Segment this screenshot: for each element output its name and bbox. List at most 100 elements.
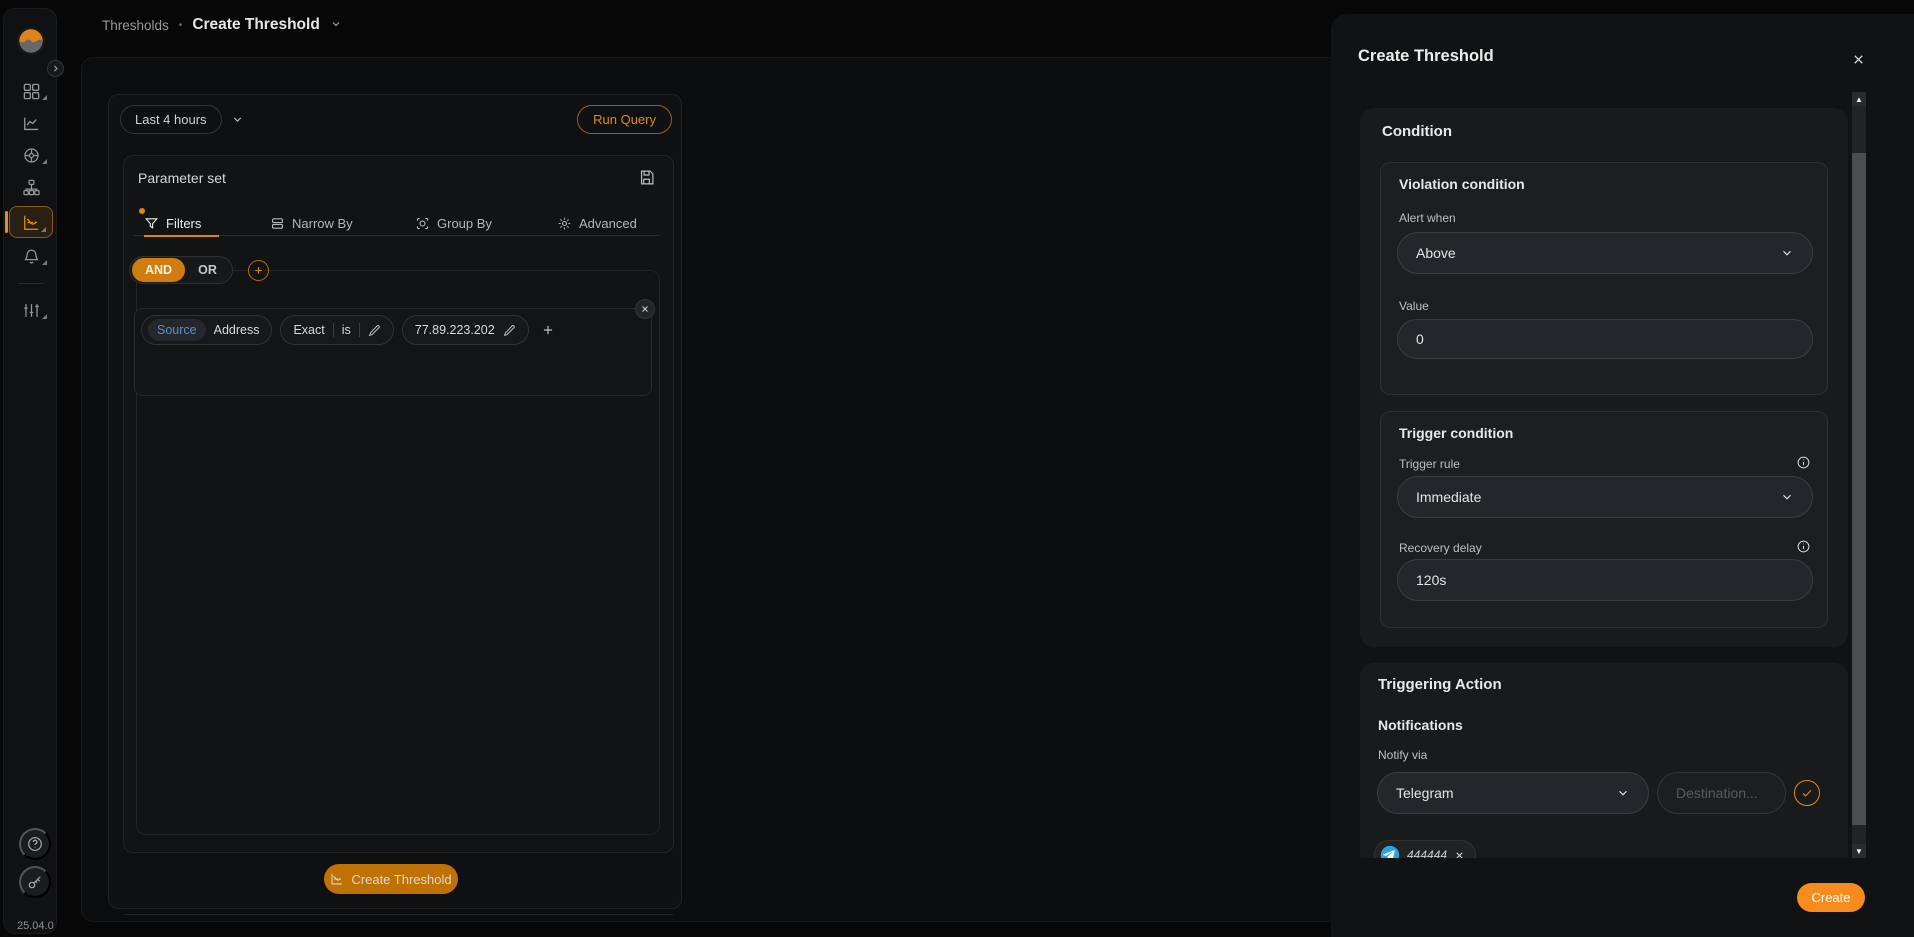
trigger-rule-select[interactable]: Immediate bbox=[1397, 476, 1813, 518]
drawer-scrollbar[interactable]: ▲ ▼ bbox=[1852, 92, 1866, 858]
time-range-chevron-down-icon[interactable] bbox=[231, 113, 244, 126]
recovery-delay-input[interactable] bbox=[1416, 572, 1794, 588]
help-icon bbox=[26, 835, 44, 853]
stack-icon bbox=[270, 216, 285, 231]
filter-direction-chip[interactable]: Source bbox=[148, 319, 206, 341]
value-label: Value bbox=[1399, 299, 1429, 313]
logic-and-button[interactable]: AND bbox=[132, 258, 185, 282]
breadcrumb-separator: • bbox=[179, 20, 183, 31]
app-logo-icon[interactable] bbox=[16, 26, 46, 56]
recovery-delay-field[interactable] bbox=[1397, 559, 1813, 601]
destination-field[interactable] bbox=[1657, 772, 1786, 814]
threshold-value-input[interactable] bbox=[1416, 331, 1794, 347]
destination-input[interactable] bbox=[1676, 785, 1767, 801]
help-button[interactable] bbox=[19, 828, 51, 860]
bell-icon bbox=[22, 247, 41, 266]
breadcrumb-parent[interactable]: Thresholds bbox=[102, 18, 169, 33]
edit-operator-icon[interactable] bbox=[368, 324, 381, 337]
api-keys-button[interactable] bbox=[19, 866, 51, 898]
threshold-chart-icon bbox=[330, 872, 344, 886]
create-threshold-button[interactable]: Create Threshold bbox=[324, 864, 458, 894]
gear-icon bbox=[557, 216, 572, 231]
close-icon bbox=[1851, 52, 1866, 67]
notify-via-label: Notify via bbox=[1378, 748, 1427, 762]
tab-narrow-by[interactable]: Narrow By bbox=[270, 211, 353, 235]
filter-value-pill[interactable]: 77.89.223.202 bbox=[402, 315, 529, 345]
tab-label: Group By bbox=[437, 216, 492, 231]
close-icon bbox=[640, 304, 650, 314]
telegram-icon bbox=[1380, 845, 1400, 858]
triggering-action-heading: Triggering Action bbox=[1378, 676, 1502, 693]
sidebar-item-alerts[interactable] bbox=[9, 243, 53, 270]
trigger-rule-label: Trigger rule bbox=[1399, 457, 1460, 471]
sidebar-item-topology[interactable] bbox=[9, 174, 53, 201]
drawer-create-button[interactable]: Create bbox=[1797, 883, 1865, 912]
scroll-thumb[interactable] bbox=[1852, 153, 1866, 825]
notify-row: Telegram bbox=[1377, 772, 1820, 814]
chevron-down-icon bbox=[1780, 246, 1794, 260]
tab-filters[interactable]: Filters bbox=[144, 211, 201, 235]
remove-destination-button[interactable] bbox=[1454, 850, 1465, 859]
sidebar-divider bbox=[18, 283, 44, 284]
parameter-set-tabs: Filters Narrow By Group By Advanced bbox=[134, 211, 660, 236]
query-toolbar: Last 4 hours Run Query bbox=[120, 104, 672, 134]
scroll-up-arrow[interactable]: ▲ bbox=[1852, 92, 1866, 106]
scroll-down-arrow[interactable]: ▼ bbox=[1852, 844, 1866, 858]
trigger-rule-value: Immediate bbox=[1416, 489, 1481, 505]
add-filter-condition-button[interactable] bbox=[541, 323, 555, 337]
logic-or-button[interactable]: OR bbox=[185, 258, 230, 282]
submenu-corner-icon bbox=[41, 227, 46, 232]
tab-advanced[interactable]: Advanced bbox=[557, 211, 637, 235]
trigger-condition-card: Trigger condition Trigger rule Immediate… bbox=[1380, 411, 1828, 628]
tab-group-by[interactable]: Group By bbox=[415, 211, 492, 235]
breadcrumb-chevron-down-icon[interactable] bbox=[330, 18, 342, 33]
notify-channel-select[interactable]: Telegram bbox=[1377, 772, 1649, 814]
trigger-rule-info-icon[interactable] bbox=[1796, 455, 1811, 470]
sidebar-item-tuning[interactable] bbox=[9, 297, 53, 324]
confirm-destination-button[interactable] bbox=[1794, 780, 1820, 806]
sidebar-item-thresholds[interactable] bbox=[9, 206, 53, 238]
sidebar-nav bbox=[4, 78, 58, 324]
tab-label: Advanced bbox=[579, 216, 637, 231]
tab-label: Filters bbox=[166, 216, 201, 231]
filter-value: 77.89.223.202 bbox=[415, 323, 495, 337]
sidebar-item-dashboard[interactable] bbox=[9, 78, 53, 105]
create-threshold-drawer: Create Threshold Condition Violation con… bbox=[1331, 14, 1914, 937]
condition-heading: Condition bbox=[1382, 123, 1452, 140]
app-version: 25.04.0 bbox=[17, 920, 54, 932]
sidebar-expand-button[interactable] bbox=[47, 60, 64, 77]
sidebar-item-charts[interactable] bbox=[9, 110, 53, 137]
sidebar: 25.04.0 bbox=[3, 8, 57, 934]
parameter-set-divider bbox=[124, 914, 673, 915]
threshold-chart-icon bbox=[22, 213, 41, 232]
add-filter-group-button[interactable] bbox=[248, 260, 269, 281]
alert-when-select[interactable]: Above bbox=[1397, 232, 1813, 274]
breadcrumb: Thresholds • Create Threshold bbox=[102, 14, 342, 36]
run-query-button[interactable]: Run Query bbox=[577, 105, 672, 134]
threshold-value-field[interactable] bbox=[1397, 319, 1813, 359]
filter-pills-row: Source Address Exact is bbox=[141, 315, 555, 345]
notify-channel-value: Telegram bbox=[1396, 785, 1454, 801]
filter-field-pill[interactable]: Source Address bbox=[141, 315, 272, 345]
filter-operator-pill[interactable]: Exact is bbox=[280, 315, 393, 345]
notifications-heading: Notifications bbox=[1378, 717, 1463, 733]
line-chart-icon bbox=[22, 114, 41, 133]
drawer-close-button[interactable] bbox=[1849, 50, 1867, 68]
recovery-delay-info-icon[interactable] bbox=[1796, 539, 1811, 554]
edit-value-icon[interactable] bbox=[503, 324, 516, 337]
violation-condition-card: Violation condition Alert when Above Val… bbox=[1380, 162, 1828, 395]
create-threshold-label: Create Threshold bbox=[351, 872, 451, 887]
remove-filter-button[interactable] bbox=[635, 299, 655, 319]
save-parameter-set-button[interactable] bbox=[638, 169, 655, 189]
tab-label: Narrow By bbox=[292, 216, 353, 231]
drawer-scroll-area: Condition Violation condition Alert when… bbox=[1331, 92, 1914, 858]
alert-when-label: Alert when bbox=[1399, 211, 1456, 225]
key-icon bbox=[26, 873, 44, 891]
chevron-down-icon bbox=[1616, 786, 1630, 800]
sidebar-item-explore[interactable] bbox=[9, 142, 53, 169]
sitemap-icon bbox=[22, 178, 41, 197]
recovery-delay-label: Recovery delay bbox=[1399, 541, 1482, 555]
pill-separator bbox=[359, 323, 360, 337]
drawer-title: Create Threshold bbox=[1358, 47, 1494, 66]
time-range-button[interactable]: Last 4 hours bbox=[120, 105, 222, 134]
